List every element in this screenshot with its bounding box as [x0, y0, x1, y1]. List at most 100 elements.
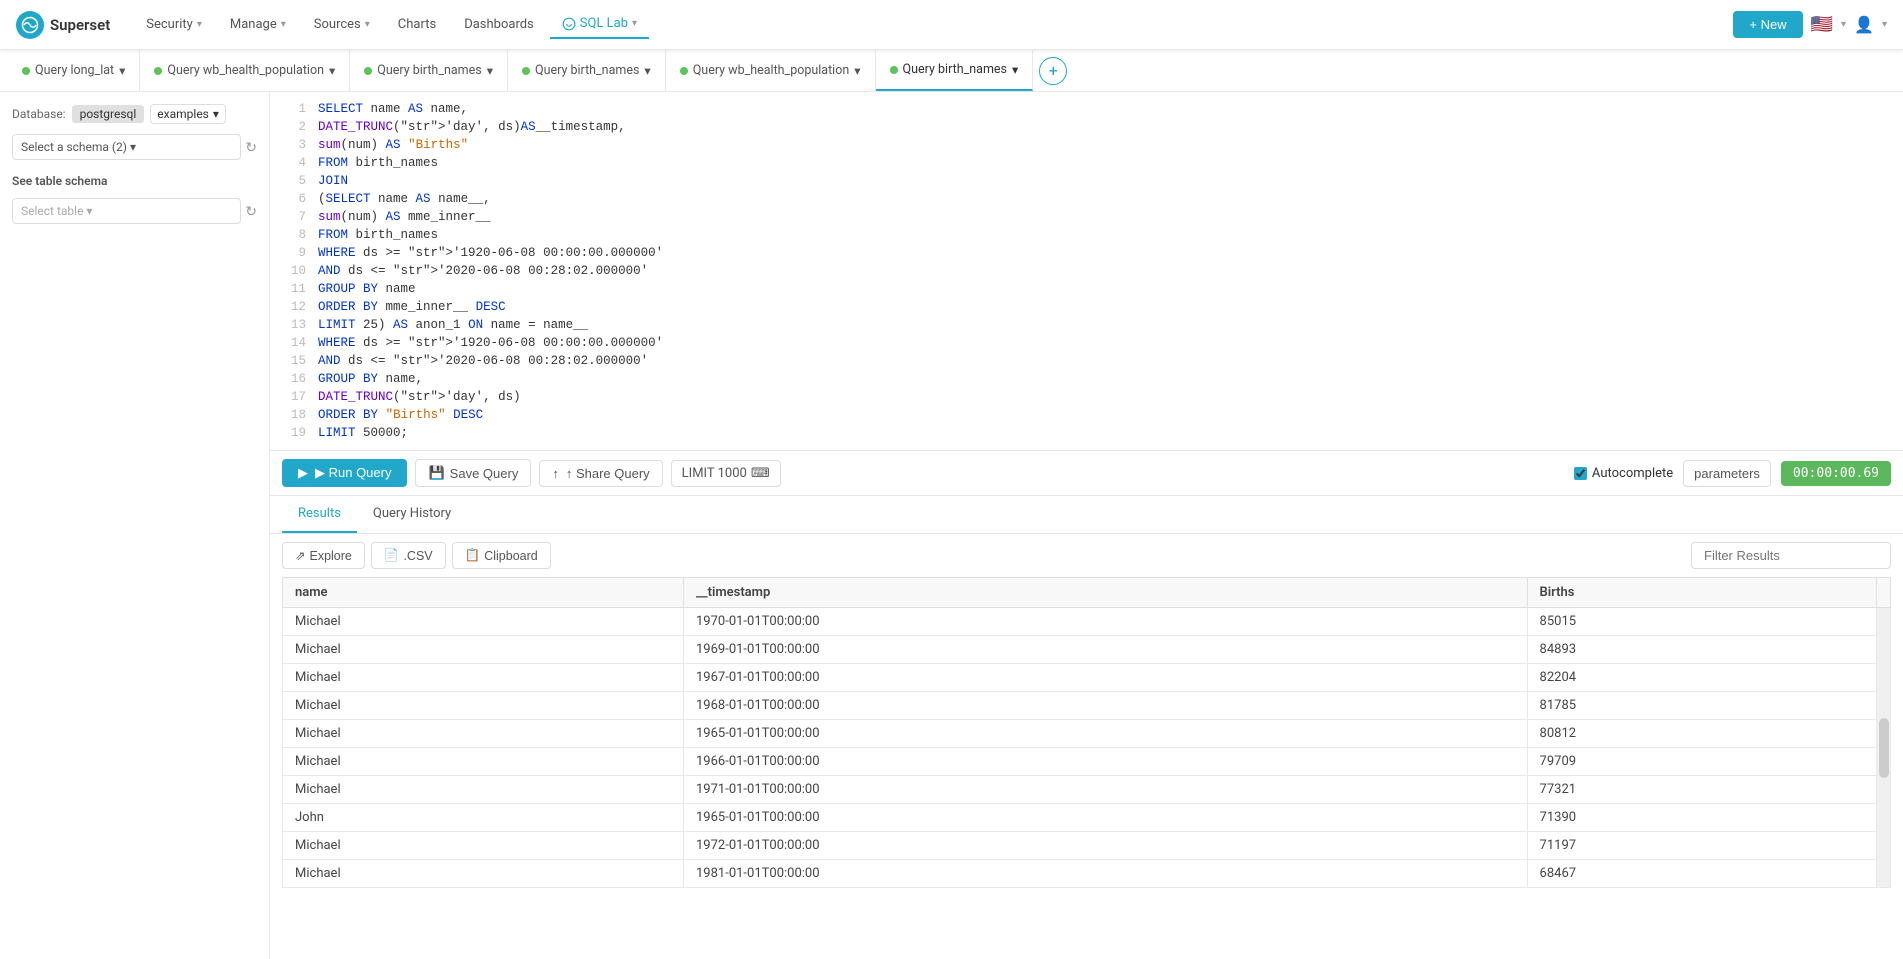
- line-number: 2: [278, 118, 306, 136]
- table-cell: 1965-01-01T00:00:00: [684, 720, 1528, 748]
- query-tab-4[interactable]: Query wb_health_population ▾: [666, 50, 876, 91]
- table-cell: Michael: [283, 748, 684, 776]
- filter-results-input[interactable]: [1691, 542, 1891, 569]
- user-icon[interactable]: 👤: [1854, 15, 1874, 34]
- table-cell: Michael: [283, 832, 684, 860]
- brand-label: Superset: [50, 16, 110, 34]
- table-cell: 85015: [1527, 608, 1876, 636]
- parameters-button[interactable]: parameters: [1683, 460, 1771, 487]
- new-tab-button[interactable]: +: [1039, 57, 1067, 85]
- chevron-down-icon: ▾: [130, 140, 136, 154]
- code-line: 4FROM birth_names: [270, 154, 1903, 172]
- tab-results[interactable]: Results: [282, 496, 357, 533]
- chevron-down-icon: ▾: [119, 63, 125, 79]
- line-number: 19: [278, 424, 306, 442]
- code-line: 3 sum(num) AS "Births": [270, 136, 1903, 154]
- tab-dot: [154, 67, 162, 75]
- clipboard-label: Clipboard: [484, 549, 538, 563]
- nav-item-manage[interactable]: Manage ▾: [218, 11, 298, 38]
- csv-button[interactable]: 📄 .CSV: [371, 542, 446, 569]
- query-tab-3[interactable]: Query birth_names ▾: [508, 50, 666, 91]
- save-query-button[interactable]: 💾 Save Query: [415, 459, 531, 487]
- column-header: Births: [1527, 578, 1876, 608]
- editor-area: 1SELECT name AS name,2 DATE_TRUNC("str">…: [270, 92, 1903, 959]
- user-caret[interactable]: ▾: [1882, 19, 1887, 30]
- line-number: 4: [278, 154, 306, 172]
- database-select[interactable]: examples ▾: [150, 104, 226, 124]
- database-label: Database:: [12, 107, 66, 121]
- new-button[interactable]: + New: [1733, 11, 1802, 38]
- nav-item-sources[interactable]: Sources ▾: [302, 11, 382, 38]
- code-line: 7 sum(num) AS mme_inner__: [270, 208, 1903, 226]
- schema-refresh-button[interactable]: ↻: [245, 139, 257, 156]
- schema-select[interactable]: Select a schema (2) ▾: [12, 134, 241, 160]
- limit-box[interactable]: LIMIT 1000 ⌨: [671, 460, 781, 487]
- nav-label-sources: Sources: [314, 17, 361, 32]
- tab-label-5: Query birth_names: [903, 62, 1007, 77]
- table-cell: Michael: [283, 664, 684, 692]
- sql-editor[interactable]: 1SELECT name AS name,2 DATE_TRUNC("str">…: [270, 92, 1903, 451]
- query-tab-2[interactable]: Query birth_names ▾: [350, 50, 508, 91]
- logo-icon: [16, 11, 44, 39]
- table-row: John1965-01-01T00:00:0071390: [283, 804, 1891, 832]
- line-number: 1: [278, 100, 306, 118]
- result-tabs: Results Query History: [270, 496, 1903, 534]
- table-select[interactable]: Select table ▾: [12, 198, 241, 224]
- query-tab-5[interactable]: Query birth_names ▾: [876, 50, 1034, 91]
- database-selector: Database: postgresql examples ▾: [12, 104, 257, 124]
- database-badge[interactable]: postgresql: [72, 105, 145, 123]
- brand-logo[interactable]: Superset: [16, 11, 110, 39]
- main-layout: Database: postgresql examples ▾ Select a…: [0, 92, 1903, 959]
- results-area: Results Query History ⇗ Explore 📄 .CSV 📋: [270, 496, 1903, 959]
- table-cell: John: [283, 804, 684, 832]
- tab-label-2: Query birth_names: [377, 63, 481, 78]
- tab-query-history[interactable]: Query History: [357, 496, 467, 533]
- tab-dot: [890, 66, 898, 74]
- table-cell: 82204: [1527, 664, 1876, 692]
- flag-caret[interactable]: ▾: [1841, 19, 1846, 30]
- table-cell: 71197: [1527, 832, 1876, 860]
- nav-item-dashboards[interactable]: Dashboards: [452, 11, 546, 38]
- table-cell: 1970-01-01T00:00:00: [684, 608, 1528, 636]
- code-content: SELECT name AS name,: [318, 100, 468, 118]
- nav-items: Security ▾ Manage ▾ Sources ▾ Charts Das…: [134, 10, 1733, 39]
- chevron-down-icon: ▾: [86, 204, 92, 218]
- navbar-right: + New 🇺🇸 ▾ 👤 ▾: [1733, 11, 1887, 38]
- table-row: Michael1971-01-01T00:00:0077321: [283, 776, 1891, 804]
- limit-label: LIMIT 1000: [682, 466, 747, 481]
- code-line: 9 WHERE ds >= "str">'1920-06-08 00:00:00…: [270, 244, 1903, 262]
- table-row: Michael1967-01-01T00:00:0082204: [283, 664, 1891, 692]
- run-label: ▶ Run Query: [315, 465, 391, 481]
- table-cell: 81785: [1527, 692, 1876, 720]
- flag-icon[interactable]: 🇺🇸: [1811, 14, 1833, 35]
- code-line: 18ORDER BY "Births" DESC: [270, 406, 1903, 424]
- nav-label-charts: Charts: [398, 17, 436, 32]
- autocomplete-label: Autocomplete: [1592, 466, 1673, 481]
- table-cell: 68467: [1527, 860, 1876, 888]
- csv-label: .CSV: [403, 549, 432, 563]
- chevron-down-icon: ▾: [632, 18, 637, 29]
- code-line: 19LIMIT 50000;: [270, 424, 1903, 442]
- nav-item-charts[interactable]: Charts: [386, 11, 448, 38]
- autocomplete-checkbox[interactable]: [1574, 467, 1587, 480]
- nav-item-security[interactable]: Security ▾: [134, 11, 214, 38]
- toolbar-right: Autocomplete parameters 00:00:00.69: [1574, 460, 1891, 487]
- explore-button[interactable]: ⇗ Explore: [282, 542, 365, 569]
- scrollbar-thumb[interactable]: [1879, 718, 1889, 778]
- nav-item-sqllab[interactable]: SQL Lab ▾: [550, 10, 649, 39]
- table-cell: Michael: [283, 636, 684, 664]
- code-content: AND ds <= "str">'2020-06-08 00:28:02.000…: [318, 352, 648, 370]
- table-cell: 1972-01-01T00:00:00: [684, 832, 1528, 860]
- tab-dot: [22, 67, 30, 75]
- table-refresh-button[interactable]: ↻: [245, 203, 257, 220]
- query-tab-1[interactable]: Query wb_health_population ▾: [140, 50, 350, 91]
- line-number: 6: [278, 190, 306, 208]
- share-query-button[interactable]: ↑ ↑ Share Query: [539, 460, 662, 487]
- query-tab-0[interactable]: Query long_lat ▾: [8, 50, 140, 91]
- tab-dot: [680, 67, 688, 75]
- clipboard-button[interactable]: 📋 Clipboard: [452, 542, 551, 569]
- run-query-button[interactable]: ▶ ▶ Run Query: [282, 459, 407, 487]
- keyboard-icon: ⌨: [751, 466, 770, 481]
- line-number: 8: [278, 226, 306, 244]
- table-row: Michael1966-01-01T00:00:0079709: [283, 748, 1891, 776]
